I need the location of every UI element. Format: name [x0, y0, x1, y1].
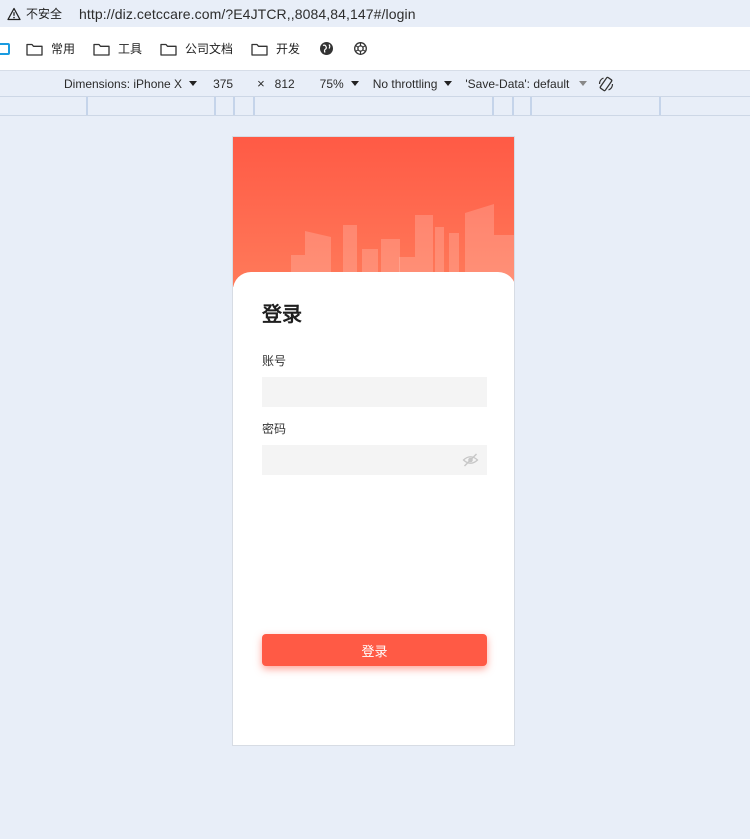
height-input[interactable]: 812 [270, 74, 311, 93]
device-toolbar: Dimensions: iPhone X 375 × 812 75% No th… [0, 70, 750, 96]
folder-icon [160, 43, 177, 56]
zoom-select[interactable]: 75% [320, 77, 359, 91]
openai-bookmark[interactable] [352, 41, 368, 57]
throttling-select[interactable]: No throttling [373, 77, 453, 91]
width-value: 375 [213, 76, 234, 91]
height-value: 812 [274, 76, 295, 91]
openai-icon [353, 42, 367, 55]
warning-icon [7, 7, 21, 20]
security-label: 不安全 [26, 7, 63, 21]
chevron-down-icon [350, 81, 359, 86]
address-bar[interactable]: 不安全 http://diz.cetccare.com/?E4JTCR,,808… [0, 0, 750, 27]
bookmark-label: 工具 [118, 42, 143, 56]
folder-icon [26, 43, 43, 56]
url-text[interactable]: http://diz.cetccare.com/?E4JTCR,,8084,84… [79, 6, 416, 22]
chevron-down-icon [189, 81, 198, 86]
account-label: 账号 [262, 354, 287, 368]
chevron-down-icon [444, 81, 453, 86]
security-indicator[interactable]: 不安全 [7, 5, 62, 22]
account-input[interactable] [262, 377, 487, 407]
password-label: 密码 [262, 422, 287, 436]
bookmark-folder-company-docs[interactable]: 公司文档 [160, 40, 233, 57]
times-icon: × [257, 76, 265, 91]
bookmark-label: 常用 [51, 42, 76, 56]
folder-icon [251, 43, 268, 56]
bookmark-label: 开发 [276, 42, 301, 56]
rotate-icon[interactable] [597, 75, 615, 93]
zoom-value: 75% [319, 76, 344, 91]
media-query-ruler[interactable] [0, 96, 750, 116]
eye-off-icon[interactable] [462, 452, 479, 468]
bookmarks-bar: 常用 工具 公司文档 开发 [0, 27, 750, 70]
chevron-down-icon [579, 81, 588, 86]
login-button[interactable]: 登录 [262, 634, 487, 666]
globe-icon [319, 42, 333, 55]
globe-bookmark[interactable] [318, 41, 334, 57]
password-field[interactable] [262, 445, 487, 475]
save-data-select[interactable]: 'Save-Data': default [465, 76, 588, 91]
bookmark-folder-changyong[interactable]: 常用 [26, 40, 75, 57]
app-shortcut-icon[interactable] [0, 42, 10, 55]
folder-icon [93, 43, 110, 56]
header-banner [233, 137, 514, 287]
page-title: 登录 [262, 304, 302, 326]
bookmark-folder-gongju[interactable]: 工具 [93, 40, 142, 57]
device-select[interactable]: Dimensions: iPhone X [64, 76, 198, 91]
bookmark-label: 公司文档 [185, 42, 234, 56]
width-input[interactable]: 375 [209, 74, 250, 93]
device-label: Dimensions: iPhone X [64, 76, 183, 91]
bookmark-folder-dev[interactable]: 开发 [251, 40, 300, 57]
device-viewport: 登录 账号 密码 登录 [232, 136, 515, 746]
login-card: 登录 账号 密码 登录 [233, 272, 514, 745]
save-data-value: 'Save-Data': default [465, 76, 570, 91]
throttling-value: No throttling [372, 76, 438, 91]
city-skyline-illustration [291, 204, 514, 287]
